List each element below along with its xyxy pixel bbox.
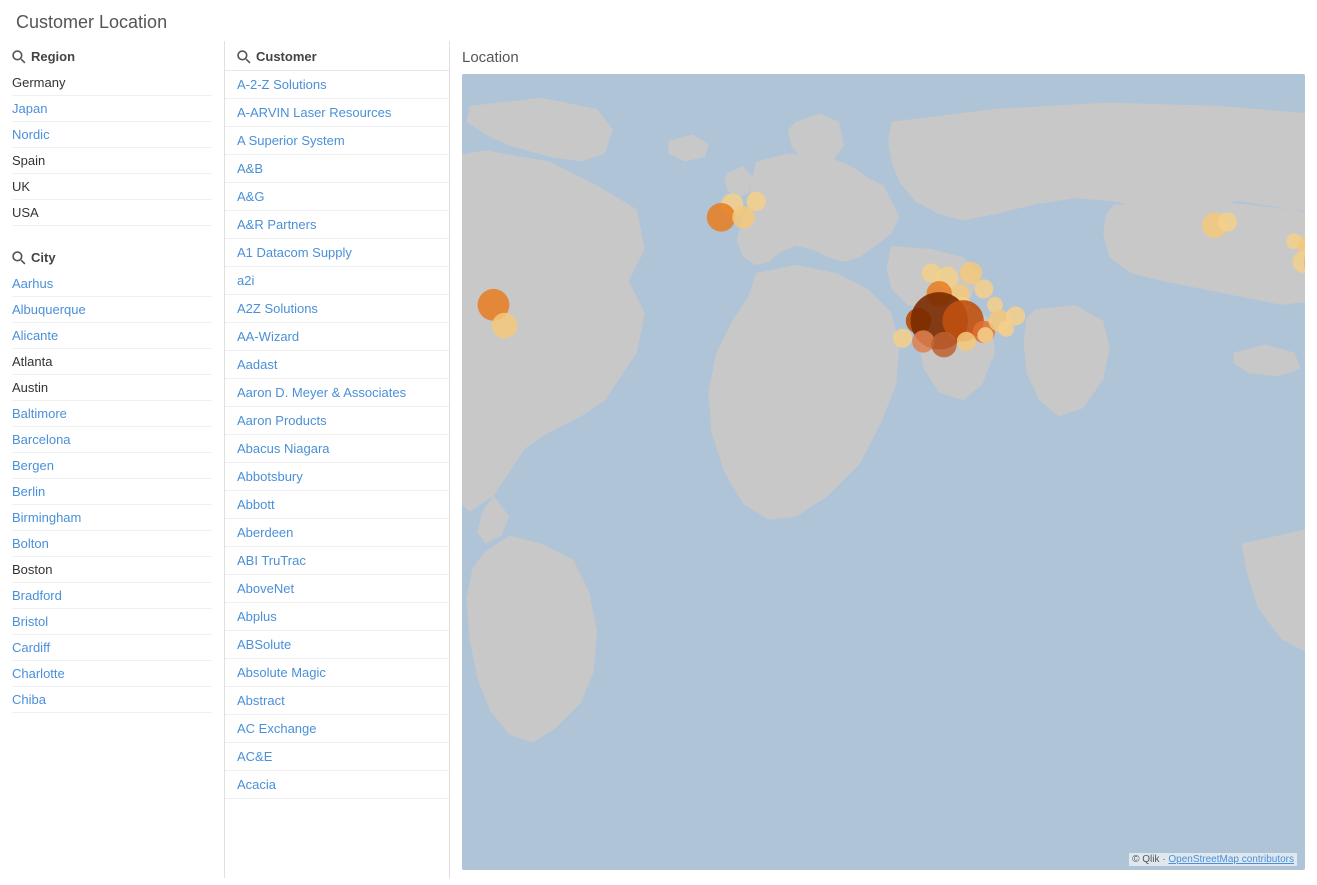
list-item[interactable]: Abbott <box>225 491 449 519</box>
list-item[interactable]: a2i <box>225 267 449 295</box>
city-item-baltimore[interactable]: Baltimore <box>12 401 212 427</box>
region-item-usa[interactable]: USA <box>12 200 212 226</box>
region-item-germany[interactable]: Germany <box>12 70 212 96</box>
location-title: Location <box>462 49 1305 66</box>
search-icon-customer <box>237 50 251 64</box>
city-list: Aarhus Albuquerque Alicante Atlanta Aust… <box>12 271 212 713</box>
list-item[interactable]: Abstract <box>225 687 449 715</box>
list-item[interactable]: AC Exchange <box>225 715 449 743</box>
list-item[interactable]: Abbotsbury <box>225 463 449 491</box>
city-item-boston[interactable]: Boston <box>12 557 212 583</box>
city-item-austin[interactable]: Austin <box>12 375 212 401</box>
list-item[interactable]: A-ARVIN Laser Resources <box>225 99 449 127</box>
city-item-aarhus[interactable]: Aarhus <box>12 271 212 297</box>
list-item[interactable]: A2Z Solutions <box>225 295 449 323</box>
city-item-charlotte[interactable]: Charlotte <box>12 661 212 687</box>
page-title: Customer Location <box>0 0 1317 41</box>
city-item-bolton[interactable]: Bolton <box>12 531 212 557</box>
customer-panel: Customer A-2-Z Solutions A-ARVIN Laser R… <box>225 41 450 878</box>
list-item[interactable]: Aberdeen <box>225 519 449 547</box>
list-item[interactable]: A&B <box>225 155 449 183</box>
city-item-birmingham[interactable]: Birmingham <box>12 505 212 531</box>
region-label: Region <box>31 49 75 64</box>
list-item[interactable]: Absolute Magic <box>225 659 449 687</box>
city-item-bergen[interactable]: Bergen <box>12 453 212 479</box>
city-label: City <box>31 250 56 265</box>
list-item[interactable]: AboveNet <box>225 575 449 603</box>
customer-list: A-2-Z Solutions A-ARVIN Laser Resources … <box>225 71 449 799</box>
region-item-nordic[interactable]: Nordic <box>12 122 212 148</box>
list-item[interactable]: Abplus <box>225 603 449 631</box>
search-icon <box>12 50 26 64</box>
search-icon-city <box>12 251 26 265</box>
region-header: Region <box>12 49 212 64</box>
list-item[interactable]: Acacia <box>225 771 449 799</box>
list-item[interactable]: Aaron Products <box>225 407 449 435</box>
list-item[interactable]: A1 Datacom Supply <box>225 239 449 267</box>
city-item-alicante[interactable]: Alicante <box>12 323 212 349</box>
list-item[interactable]: ABSolute <box>225 631 449 659</box>
left-panel: Region Germany Japan Nordic Spain UK USA… <box>0 41 225 878</box>
city-header: City <box>12 250 212 265</box>
city-item-bradford[interactable]: Bradford <box>12 583 212 609</box>
list-item[interactable]: AC&E <box>225 743 449 771</box>
list-item[interactable]: Aaron D. Meyer & Associates <box>225 379 449 407</box>
city-item-albuquerque[interactable]: Albuquerque <box>12 297 212 323</box>
city-item-chiba[interactable]: Chiba <box>12 687 212 713</box>
list-item[interactable]: A&G <box>225 183 449 211</box>
city-item-cardiff[interactable]: Cardiff <box>12 635 212 661</box>
customer-header: Customer <box>225 41 449 71</box>
map-attribution: © Qlik · OpenStreetMap contributors <box>1129 853 1297 866</box>
list-item[interactable]: A&R Partners <box>225 211 449 239</box>
region-section: Region Germany Japan Nordic Spain UK USA <box>0 41 224 226</box>
list-item[interactable]: AA-Wizard <box>225 323 449 351</box>
city-item-barcelona[interactable]: Barcelona <box>12 427 212 453</box>
list-item[interactable]: A-2-Z Solutions <box>225 71 449 99</box>
city-item-bristol[interactable]: Bristol <box>12 609 212 635</box>
list-item[interactable]: Abacus Niagara <box>225 435 449 463</box>
right-panel: Location <box>450 41 1317 878</box>
city-item-atlanta[interactable]: Atlanta <box>12 349 212 375</box>
customer-label: Customer <box>256 49 317 64</box>
region-item-japan[interactable]: Japan <box>12 96 212 122</box>
region-item-spain[interactable]: Spain <box>12 148 212 174</box>
city-section: City Aarhus Albuquerque Alicante Atlanta… <box>0 242 224 713</box>
city-item-berlin[interactable]: Berlin <box>12 479 212 505</box>
openstreetmap-link[interactable]: OpenStreetMap contributors <box>1168 854 1294 865</box>
map-svg <box>462 74 1305 870</box>
list-item[interactable]: ABI TruTrac <box>225 547 449 575</box>
list-item[interactable]: Aadast <box>225 351 449 379</box>
region-list: Germany Japan Nordic Spain UK USA <box>12 70 212 226</box>
region-item-uk[interactable]: UK <box>12 174 212 200</box>
map-container: © Qlik · OpenStreetMap contributors <box>462 74 1305 870</box>
list-item[interactable]: A Superior System <box>225 127 449 155</box>
